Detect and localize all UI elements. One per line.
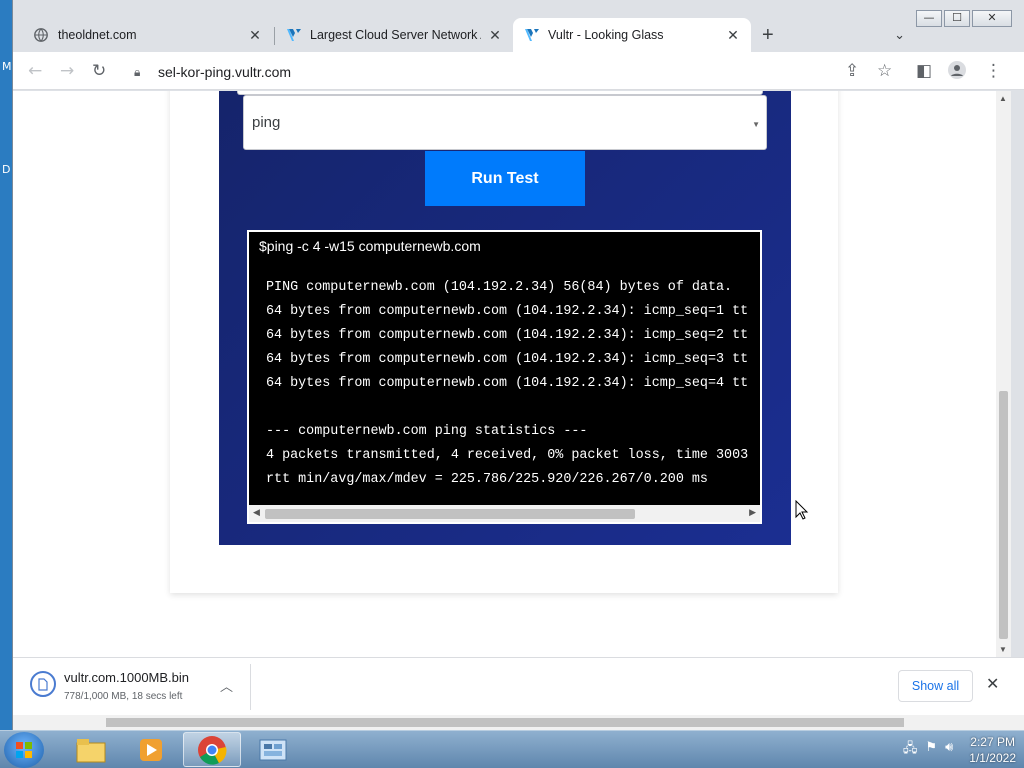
network-icon[interactable]: 🖧︎ <box>903 739 918 761</box>
profile-avatar-icon[interactable] <box>948 61 966 84</box>
tab-close-icon[interactable]: ✕ <box>725 27 741 44</box>
tab-title: Vultr - Looking Glass <box>548 28 664 42</box>
clock[interactable]: 2:27 PM 1/1/2022 <box>969 734 1016 766</box>
toolbar: ← → ↻ 🔒︎ sel-kor-ping.vultr.com ⇪ ☆ ◧ ⋮ <box>13 52 1024 90</box>
scroll-right-icon[interactable]: ▶ <box>749 507 756 518</box>
page-scrollbar[interactable]: ▲ ▼ <box>996 91 1011 657</box>
tab-title: theoldnet.com <box>58 28 137 42</box>
terminal-output: $ping -c 4 -w15 computernewb.com PING co… <box>247 230 762 524</box>
forward-icon[interactable]: → <box>60 61 74 81</box>
downloads-bar: vultr.com.1000MB.bin 778/1,000 MB, 18 se… <box>13 657 1024 715</box>
scroll-left-icon[interactable]: ◀ <box>253 507 260 518</box>
terminal-command: $ping -c 4 -w15 computernewb.com <box>259 238 481 254</box>
terminal-scroll-thumb[interactable] <box>265 509 635 519</box>
terminal-line: --- computernewb.com ping statistics --- <box>266 424 588 439</box>
browser-window: — ☐ ✕ theoldnet.com ✕ Largest Cloud Serv… <box>12 0 1024 730</box>
run-test-button[interactable]: Run Test <box>425 151 585 206</box>
media-player-taskbar-icon[interactable] <box>122 732 180 767</box>
reload-icon[interactable]: ↻ <box>92 61 106 81</box>
tab-close-icon[interactable]: ✕ <box>487 27 503 44</box>
scroll-down-icon[interactable]: ▼ <box>999 645 1007 654</box>
download-file-name[interactable]: vultr.com.1000MB.bin <box>64 670 189 685</box>
terminal-line: 64 bytes from computernewb.com (104.192.… <box>266 352 749 367</box>
terminal-line: rtt min/avg/max/mdev = 225.786/225.920/2… <box>266 472 708 487</box>
desktop-letter: D <box>2 163 11 176</box>
terminal-line: 64 bytes from computernewb.com (104.192.… <box>266 376 749 391</box>
tab-title: Largest Cloud Server Network A <box>310 28 481 42</box>
divider <box>250 664 251 710</box>
terminal-line: 64 bytes from computernewb.com (104.192.… <box>266 328 749 343</box>
show-all-button[interactable]: Show all <box>898 670 973 702</box>
window-scroll-thumb[interactable] <box>106 718 904 727</box>
explorer-taskbar-icon[interactable] <box>62 732 120 767</box>
share-icon[interactable]: ⇪ <box>845 61 859 81</box>
method-select-value: ping <box>252 114 281 131</box>
page-viewport: ping ▼ Run Test $ping -c 4 -w15 computer… <box>13 91 996 657</box>
system-tray: 🖧︎ ⚑ 🔊︎ 2:27 PM 1/1/2022 <box>903 731 1016 768</box>
window-horizontal-scrollbar[interactable] <box>13 715 1024 730</box>
tab-vultr-looking-glass[interactable]: Vultr - Looking Glass ✕ <box>513 18 751 52</box>
tab-close-icon[interactable]: ✕ <box>247 27 263 44</box>
address-bar[interactable]: 🔒︎ sel-kor-ping.vultr.com <box>134 58 846 86</box>
tab-theoldnet[interactable]: theoldnet.com ✕ <box>23 18 273 52</box>
tab-search-button[interactable]: ⌄ <box>894 27 905 43</box>
close-downloads-icon[interactable]: ✕ <box>986 674 999 694</box>
action-center-flag-icon[interactable]: ⚑ <box>925 739 937 761</box>
chevron-up-icon[interactable]: ︿ <box>220 676 233 695</box>
lock-icon: 🔒︎ <box>134 64 141 79</box>
file-icon <box>30 671 56 697</box>
new-tab-button[interactable]: + <box>762 25 774 45</box>
terminal-line: PING computernewb.com (104.192.2.34) 56(… <box>266 280 733 295</box>
mouse-cursor-icon <box>795 500 809 520</box>
side-panel-icon[interactable]: ◧ <box>916 61 932 81</box>
method-select[interactable]: ping ▼ <box>243 95 767 150</box>
terminal-scrollbar[interactable]: ◀ ▶ <box>249 505 760 522</box>
terminal-lines: PING computernewb.com (104.192.2.34) 56(… <box>266 276 748 492</box>
scroll-up-icon[interactable]: ▲ <box>999 94 1007 103</box>
back-icon[interactable]: ← <box>28 61 42 81</box>
menu-kebab-icon[interactable]: ⋮ <box>985 61 1002 81</box>
url-text: sel-kor-ping.vultr.com <box>158 64 292 80</box>
download-status: 778/1,000 MB, 18 secs left <box>64 691 183 702</box>
globe-icon <box>33 27 49 43</box>
chrome-taskbar-icon[interactable] <box>183 732 241 767</box>
tab-strip: theoldnet.com ✕ Largest Cloud Server Net… <box>23 18 1013 52</box>
desktop-letter: M <box>2 60 12 73</box>
terminal-line: 4 packets transmitted, 4 received, 0% pa… <box>266 448 749 463</box>
vultr-logo-icon <box>285 27 301 43</box>
start-button[interactable] <box>4 732 44 768</box>
tab-vultr-network[interactable]: Largest Cloud Server Network A ✕ <box>275 18 513 52</box>
volume-icon[interactable]: 🔊︎ <box>945 739 953 761</box>
clock-time: 2:27 PM <box>970 735 1015 749</box>
dropdown-caret-icon: ▼ <box>752 120 760 129</box>
bookmark-star-icon[interactable]: ☆ <box>877 61 892 81</box>
vultr-logo-icon <box>523 27 539 43</box>
control-panel-taskbar-icon[interactable] <box>244 732 302 767</box>
page-scroll-thumb[interactable] <box>999 391 1008 639</box>
terminal-line: 64 bytes from computernewb.com (104.192.… <box>266 304 749 319</box>
taskbar: 🖧︎ ⚑ 🔊︎ 2:27 PM 1/1/2022 <box>0 730 1024 768</box>
clock-date: 1/1/2022 <box>969 751 1016 765</box>
